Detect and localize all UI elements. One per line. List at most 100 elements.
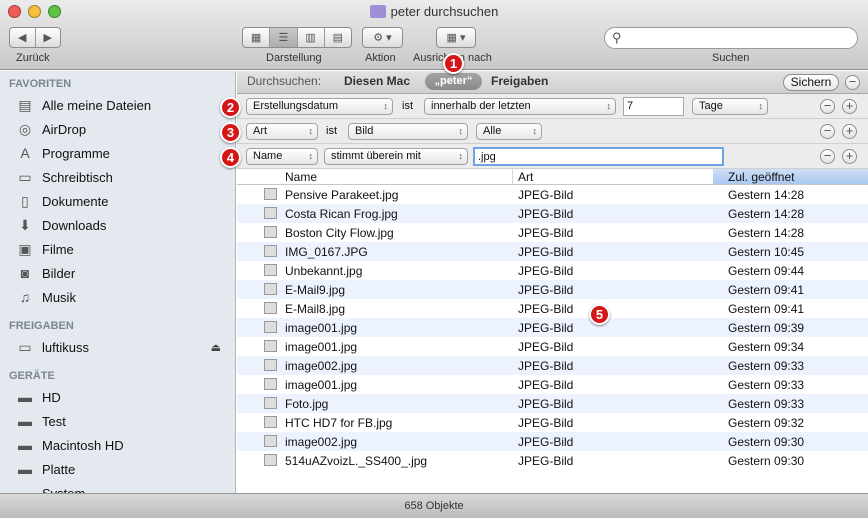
column-view-button[interactable]: ▥: [298, 28, 325, 47]
criterion-1-attribute-popup[interactable]: Erstellungsdatum: [246, 98, 393, 115]
criterion-1-op-label: ist: [402, 100, 413, 112]
criterion-3-operator-popup[interactable]: stimmt überein mit: [324, 148, 468, 165]
file-name: Costa Rican Frog.jpg: [285, 207, 398, 221]
file-row[interactable]: Boston City Flow.jpg JPEG-Bild Gestern 14:…: [237, 223, 868, 242]
criterion-1-operator-popup[interactable]: innerhalb der letzten: [424, 98, 616, 115]
file-row[interactable]: image002.jpg JPEG-Bild Gestern 09:30: [237, 432, 868, 451]
network-computer-icon: ▭: [18, 338, 32, 355]
search-results-pane: Durchsuchen: Diesen Mac „peter“ Freigabe…: [237, 71, 868, 493]
sidebar-item-alle-meine-dateien[interactable]: ▤ Alle meine Dateien: [0, 93, 235, 117]
criterion-2-operator-popup[interactable]: Bild: [348, 123, 468, 140]
file-opened: Gestern 09:44: [728, 264, 805, 278]
add-criterion-3-button[interactable]: +: [842, 149, 857, 164]
list-view-icon: ☰: [278, 32, 289, 44]
coverflow-view-button[interactable]: ▤: [325, 28, 351, 47]
criterion-row-3: Name stimmt überein mit .jpg − +: [237, 144, 868, 169]
action-menu-button[interactable]: ⚙ ▾: [362, 27, 403, 48]
criterion-2-value-popup[interactable]: Alle: [476, 123, 542, 140]
column-header-kind[interactable]: Art: [518, 170, 533, 184]
file-row[interactable]: Pensive Parakeet.jpg JPEG-Bild Gestern 14:…: [237, 185, 868, 204]
criterion-2-attribute-popup[interactable]: Art: [246, 123, 318, 140]
file-name: Foto.jpg: [285, 397, 329, 411]
icon-view-button[interactable]: ▦: [243, 28, 271, 47]
arrange-menu-button[interactable]: ▦ ▾: [436, 27, 476, 48]
file-row[interactable]: Costa Rican Frog.jpg JPEG-Bild Gestern 14:…: [237, 204, 868, 223]
scope-shared-button[interactable]: Freigaben: [491, 74, 548, 88]
sidebar-item-platte[interactable]: ▬ Platte: [0, 457, 235, 481]
file-opened: Gestern 09:41: [728, 283, 805, 297]
file-row[interactable]: image001.jpg JPEG-Bild Gestern 09:39: [237, 318, 868, 337]
applications-icon: A: [20, 145, 30, 161]
file-row[interactable]: E-Mail9.jpg JPEG-Bild Gestern 09:41: [237, 280, 868, 299]
hard-drive-icon: ▬: [18, 437, 32, 453]
forward-button[interactable]: ▶: [36, 28, 61, 47]
sidebar-item-test[interactable]: ▬ Test: [0, 409, 235, 433]
criterion-row-2: Art ist Bild Alle − +: [237, 119, 868, 144]
add-criterion-1-button[interactable]: +: [842, 99, 857, 114]
save-search-button[interactable]: Sichern: [783, 74, 839, 91]
add-criterion-2-button[interactable]: +: [842, 124, 857, 139]
remove-criterion-3-button[interactable]: −: [820, 149, 835, 164]
desktop-icon: ▭: [18, 168, 32, 185]
sidebar-item-filme[interactable]: ▣ Filme: [0, 237, 235, 261]
file-kind: JPEG-Bild: [518, 340, 574, 354]
sidebar-item-luftikuss[interactable]: ▭ luftikuss ⏏: [0, 335, 235, 359]
sidebar-item-programme[interactable]: A Programme: [0, 141, 235, 165]
column-header-opened[interactable]: Zul. geöffnet: [713, 169, 868, 184]
sidebar-item-hd[interactable]: ▬ HD: [0, 385, 235, 409]
file-row[interactable]: Unbekannt.jpg JPEG-Bild Gestern 09:44: [237, 261, 868, 280]
file-row[interactable]: HTC HD7 for FB.jpg JPEG-Bild Gestern 09:32: [237, 413, 868, 432]
search-label: Suchen: [712, 52, 750, 64]
file-name: 514uAZvoizL._SS400_.jpg: [285, 454, 428, 468]
sidebar-item-dokumente[interactable]: ▯ Dokumente: [0, 189, 235, 213]
item-count: 658 Objekte: [404, 500, 464, 512]
sidebar-item-downloads[interactable]: ⬇ Downloads: [0, 213, 235, 237]
file-name: HTC HD7 for FB.jpg: [285, 416, 393, 430]
column-header-opened-label: Zul. geöffnet: [728, 170, 795, 184]
back-button[interactable]: ◀: [10, 28, 36, 47]
criterion-3-value-field[interactable]: .jpg: [473, 147, 724, 166]
list-view-button[interactable]: ☰: [270, 28, 298, 47]
column-header-name[interactable]: Name: [285, 170, 317, 184]
sidebar-item-bilder[interactable]: ◙ Bilder: [0, 261, 235, 285]
sidebar-item-label: Platte: [42, 461, 76, 477]
criterion-1-value-field[interactable]: 7: [623, 97, 684, 116]
file-name: Boston City Flow.jpg: [285, 226, 394, 240]
file-row[interactable]: IMG_0167.JPG JPEG-Bild Gestern 10:45: [237, 242, 868, 261]
file-opened: Gestern 09:33: [728, 359, 805, 373]
remove-criterion-1-button[interactable]: −: [820, 99, 835, 114]
sidebar-item-macintosh-hd[interactable]: ▬ Macintosh HD: [0, 433, 235, 457]
remove-criterion-2-button[interactable]: −: [820, 124, 835, 139]
sidebar-item-label: HD: [42, 389, 61, 405]
file-name: image001.jpg: [285, 378, 358, 392]
image-file-icon: [264, 454, 277, 466]
scope-this-mac-button[interactable]: Diesen Mac: [344, 74, 410, 88]
image-file-icon: [264, 321, 277, 333]
window-title-text: peter durchsuchen: [390, 4, 499, 19]
criterion-3-attribute-popup[interactable]: Name: [246, 148, 318, 165]
sidebar-item-system[interactable]: ▬ System: [0, 481, 235, 493]
sidebar-item-airdrop[interactable]: ◎ AirDrop: [0, 117, 235, 141]
image-file-icon: [264, 302, 277, 314]
file-row[interactable]: image001.jpg JPEG-Bild Gestern 09:34: [237, 337, 868, 356]
file-kind: JPEG-Bild: [518, 188, 574, 202]
file-row[interactable]: 514uAZvoizL._SS400_.jpg JPEG-Bild Gestern …: [237, 451, 868, 470]
sidebar-item-label: Musik: [42, 289, 76, 305]
remove-scope-button[interactable]: −: [845, 75, 860, 90]
file-row[interactable]: Foto.jpg JPEG-Bild Gestern 09:33: [237, 394, 868, 413]
column-divider: [512, 169, 513, 184]
sidebar-item-schreibtisch[interactable]: ▭ Schreibtisch: [0, 165, 235, 189]
eject-icon[interactable]: ⏏: [211, 341, 221, 354]
file-opened: Gestern 09:30: [728, 454, 805, 468]
file-row[interactable]: E-Mail8.jpg JPEG-Bild Gestern 09:41: [237, 299, 868, 318]
hard-drive-icon: ▬: [18, 389, 32, 405]
file-row[interactable]: image001.jpg JPEG-Bild Gestern 09:33: [237, 375, 868, 394]
scope-folder-button[interactable]: „peter“: [425, 73, 482, 90]
view-label: Darstellung: [266, 52, 322, 64]
search-field[interactable]: ⚲: [604, 27, 858, 49]
file-row[interactable]: image002.jpg JPEG-Bild Gestern 09:33: [237, 356, 868, 375]
file-opened: Gestern 14:28: [728, 226, 805, 240]
sidebar-item-musik[interactable]: ♫ Musik: [0, 285, 235, 309]
criterion-1-unit-popup[interactable]: Tage: [692, 98, 768, 115]
back-forward-control: ◀ ▶: [9, 27, 61, 48]
